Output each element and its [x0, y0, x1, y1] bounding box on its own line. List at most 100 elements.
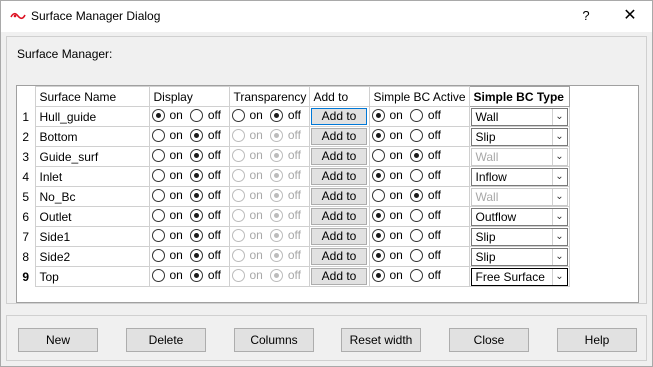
new-button[interactable]: New — [18, 328, 98, 352]
chevron-down-icon[interactable]: ⌄ — [551, 128, 567, 145]
radio-label-on: on — [389, 108, 403, 123]
bc-type-select[interactable]: Slip ⌄ — [470, 227, 568, 246]
chevron-down-icon[interactable]: ⌄ — [551, 248, 567, 265]
bc-active-on-radio[interactable]: on — [371, 208, 403, 223]
add-to-button[interactable]: Add to — [311, 228, 367, 245]
header-bc-type[interactable]: Simple BC Type — [468, 86, 570, 107]
radio-label-on: on — [389, 208, 403, 223]
display-off-radio[interactable]: off — [189, 208, 221, 223]
surface-name-cell[interactable]: Hull_guide — [34, 106, 150, 127]
header-transparency[interactable]: Transparency — [228, 86, 310, 107]
bc-active-off-radio[interactable]: off — [409, 108, 441, 122]
table-row[interactable]: 9 Top on off on off Add to on off Free Surface ⌄ — [17, 266, 570, 287]
surface-name-cell[interactable]: Side2 — [34, 246, 150, 267]
table-row[interactable]: 7 Side1 on off on off Add to on off Slip ⌄ — [17, 226, 570, 247]
bc-active-off-radio[interactable]: off — [409, 208, 441, 222]
surface-name-cell[interactable]: No_Bc — [34, 186, 150, 207]
add-to-button[interactable]: Add to — [311, 268, 367, 285]
display-on-radio[interactable]: on — [151, 148, 183, 162]
add-to-button[interactable]: Add to — [311, 128, 367, 145]
add-to-button[interactable]: Add to — [311, 248, 367, 265]
radio-label-off: off — [207, 248, 221, 263]
transparency-off-radio[interactable]: off — [269, 108, 301, 122]
bc-active-on-radio[interactable]: on — [371, 228, 403, 242]
add-to-button[interactable]: Add to — [311, 188, 367, 205]
add-to-button[interactable]: Add to — [311, 148, 367, 165]
display-off-radio[interactable]: off — [189, 228, 221, 242]
bc-type-select[interactable]: Wall ⌄ — [470, 107, 568, 126]
display-on-radio[interactable]: on — [151, 168, 183, 182]
display-off-radio[interactable]: off — [189, 108, 221, 122]
bc-active-on-radio[interactable]: on — [371, 268, 403, 282]
display-on-radio[interactable]: on — [151, 188, 183, 202]
table-row[interactable]: 2 Bottom on off on off Add to on off Slip ⌄ — [17, 126, 570, 147]
radio-label-off: off — [207, 208, 221, 223]
header-add-to[interactable]: Add to — [308, 86, 370, 107]
bc-active-cell: on off — [368, 126, 470, 147]
bc-active-on-radio[interactable]: on — [371, 168, 403, 182]
display-off-radio[interactable]: off — [189, 248, 221, 263]
add-to-button[interactable]: Add to — [311, 168, 367, 185]
surface-name-cell[interactable]: Guide_surf — [34, 146, 150, 167]
add-to-button[interactable]: Add to — [311, 108, 367, 125]
close-button[interactable]: Close — [449, 328, 529, 352]
table-row[interactable]: 6 Outlet on off on off Add to on off Outflow ⌄ — [17, 206, 570, 227]
help-button[interactable]: Help — [557, 328, 637, 352]
title-close-button[interactable]: ✕ — [613, 2, 647, 30]
chevron-down-icon[interactable]: ⌄ — [551, 108, 567, 125]
header-surface-name[interactable]: Surface Name — [34, 86, 150, 107]
chevron-down-icon[interactable]: ⌄ — [551, 228, 567, 245]
title-help-button[interactable]: ? — [573, 2, 599, 30]
bc-active-off-radio[interactable]: off — [409, 148, 441, 162]
display-off-radio[interactable]: off — [189, 148, 221, 162]
bc-active-on-radio[interactable]: on — [371, 188, 403, 202]
radio-label-off: off — [427, 268, 441, 283]
display-off-radio[interactable]: off — [189, 128, 221, 142]
radio-circle — [269, 108, 283, 122]
table-row[interactable]: 3 Guide_surf on off on off Add to on off Wall ⌄ — [17, 146, 570, 167]
display-off-radio[interactable]: off — [189, 168, 221, 182]
bc-type-select[interactable]: Slip ⌄ — [470, 127, 568, 146]
chevron-down-icon[interactable]: ⌄ — [551, 208, 567, 225]
bc-active-off-radio[interactable]: off — [409, 228, 441, 242]
bc-active-off-radio[interactable]: off — [409, 168, 441, 182]
header-display[interactable]: Display — [148, 86, 230, 107]
bc-type-select[interactable]: Outflow ⌄ — [470, 207, 568, 226]
display-on-radio[interactable]: on — [151, 248, 183, 262]
table-row[interactable]: 4 Inlet on off on off Add to on off Inflow ⌄ — [17, 166, 570, 187]
table-row[interactable]: 1 Hull_guide on off on off Add to on off Wall ⌄ — [17, 106, 570, 127]
surface-name-cell[interactable]: Inlet — [34, 166, 150, 187]
bc-active-off-radio[interactable]: off — [409, 188, 441, 202]
chevron-down-icon[interactable]: ⌄ — [551, 168, 567, 185]
bc-active-off-radio[interactable]: off — [409, 128, 441, 142]
surface-name-cell[interactable]: Top — [34, 266, 150, 287]
reset-width-button[interactable]: Reset width — [341, 328, 421, 352]
add-to-button[interactable]: Add to — [311, 208, 367, 225]
header-bc-active[interactable]: Simple BC Active — [368, 86, 470, 107]
table-row[interactable]: 5 No_Bc on off on off Add to on off Wall ⌄ — [17, 186, 570, 207]
bc-active-on-radio[interactable]: on — [371, 108, 403, 123]
display-off-radio[interactable]: off — [189, 188, 221, 202]
display-on-radio[interactable]: on — [151, 268, 183, 282]
surface-name-cell[interactable]: Outlet — [34, 206, 150, 227]
bc-type-select[interactable]: Inflow ⌄ — [470, 167, 568, 186]
bc-active-off-radio[interactable]: off — [409, 268, 441, 283]
table-row[interactable]: 8 Side2 on off on off Add to on off Slip ⌄ — [17, 246, 570, 267]
chevron-down-icon[interactable]: ⌄ — [551, 268, 567, 285]
display-on-radio[interactable]: on — [151, 228, 183, 242]
display-on-radio[interactable]: on — [151, 208, 183, 222]
delete-button[interactable]: Delete — [126, 328, 206, 352]
bc-active-off-radio[interactable]: off — [409, 248, 441, 262]
surface-name-cell[interactable]: Bottom — [34, 126, 150, 147]
bc-type-select[interactable]: Slip ⌄ — [470, 247, 568, 266]
bc-type-select[interactable]: Free Surface ⌄ — [470, 267, 568, 286]
transparency-on-radio[interactable]: on — [231, 108, 263, 122]
surface-name-cell[interactable]: Side1 — [34, 226, 150, 247]
bc-active-on-radio[interactable]: on — [371, 248, 403, 262]
columns-button[interactable]: Columns — [234, 328, 314, 352]
display-on-radio[interactable]: on — [151, 108, 183, 122]
bc-active-on-radio[interactable]: on — [371, 148, 403, 162]
display-off-radio[interactable]: off — [189, 268, 221, 282]
bc-active-on-radio[interactable]: on — [371, 128, 403, 142]
display-on-radio[interactable]: on — [151, 128, 183, 142]
